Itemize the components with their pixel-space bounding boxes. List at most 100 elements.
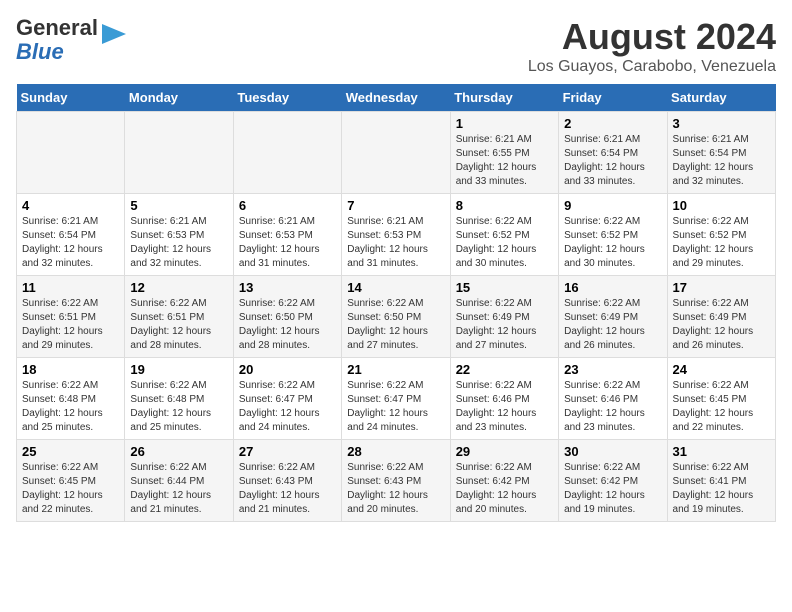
calendar-cell-w5d1: 25Sunrise: 6:22 AM Sunset: 6:45 PM Dayli… xyxy=(17,440,125,522)
day-info: Sunrise: 6:22 AM Sunset: 6:45 PM Dayligh… xyxy=(22,461,119,517)
calendar-cell-w2d6: 9 Sunrise: 6:22 AM Sunset: 6:52 PM Daylig… xyxy=(559,194,667,276)
day-number: 11 xyxy=(22,280,119,295)
day-info: Sunrise: 6:21 AM Sunset: 6:53 PM Dayligh… xyxy=(239,215,336,271)
header-tuesday: Tuesday xyxy=(233,84,341,112)
day-info: Sunrise: 6:21 AM Sunset: 6:54 PM Dayligh… xyxy=(564,133,661,189)
page-title: August 2024 xyxy=(528,16,776,58)
calendar-cell-w2d1: 4 Sunrise: 6:21 AM Sunset: 6:54 PM Daylig… xyxy=(17,194,125,276)
calendar-cell-w5d2: 26 Sunrise: 6:22 AM Sunset: 6:44 PM Dayli… xyxy=(125,440,233,522)
day-number: 6 xyxy=(239,198,336,213)
day-number: 13 xyxy=(239,280,336,295)
header-friday: Friday xyxy=(559,84,667,112)
day-info: Sunrise: 6:22 AM Sunset: 6:48 PM Dayligh… xyxy=(130,379,227,435)
calendar-cell-w3d6: 16 Sunrise: 6:22 AM Sunset: 6:49 PM Dayli… xyxy=(559,276,667,358)
day-info: Sunrise: 6:22 AM Sunset: 6:42 PM Dayligh… xyxy=(564,461,661,517)
day-number: 9 xyxy=(564,198,661,213)
day-number: 26 xyxy=(130,444,227,459)
calendar-cell-w3d4: 14 Sunrise: 6:22 AM Sunset: 6:50 PM Dayli… xyxy=(342,276,450,358)
header-saturday: Saturday xyxy=(667,84,775,112)
calendar-cell-w4d5: 22 Sunrise: 6:22 AM Sunset: 6:46 PM Dayli… xyxy=(450,358,558,440)
calendar-cell-w4d3: 20Sunrise: 6:22 AM Sunset: 6:47 PM Dayli… xyxy=(233,358,341,440)
logo-general: General xyxy=(16,15,98,40)
calendar-cell-w4d7: 24 Sunrise: 6:22 AM Sunset: 6:45 PM Dayli… xyxy=(667,358,775,440)
calendar-cell-w3d2: 12 Sunrise: 6:22 AM Sunset: 6:51 PM Dayli… xyxy=(125,276,233,358)
day-info: Sunrise: 6:22 AM Sunset: 6:52 PM Dayligh… xyxy=(673,215,770,271)
calendar-week-1: 1 Sunrise: 6:21 AM Sunset: 6:55 PM Daylig… xyxy=(17,112,776,194)
calendar-cell-w2d4: 7Sunrise: 6:21 AM Sunset: 6:53 PM Daylig… xyxy=(342,194,450,276)
day-number: 3 xyxy=(673,116,770,131)
calendar-week-2: 4 Sunrise: 6:21 AM Sunset: 6:54 PM Daylig… xyxy=(17,194,776,276)
day-number: 4 xyxy=(22,198,119,213)
calendar-cell-w1d7: 3 Sunrise: 6:21 AM Sunset: 6:54 PM Daylig… xyxy=(667,112,775,194)
calendar-cell-w3d1: 11Sunrise: 6:22 AM Sunset: 6:51 PM Dayli… xyxy=(17,276,125,358)
day-number: 16 xyxy=(564,280,661,295)
day-info: Sunrise: 6:22 AM Sunset: 6:50 PM Dayligh… xyxy=(239,297,336,353)
day-number: 8 xyxy=(456,198,553,213)
day-number: 17 xyxy=(673,280,770,295)
day-info: Sunrise: 6:22 AM Sunset: 6:45 PM Dayligh… xyxy=(673,379,770,435)
day-number: 30 xyxy=(564,444,661,459)
calendar-cell-w5d5: 29Sunrise: 6:22 AM Sunset: 6:42 PM Dayli… xyxy=(450,440,558,522)
day-number: 27 xyxy=(239,444,336,459)
day-number: 23 xyxy=(564,362,661,377)
calendar-cell-w5d7: 31Sunrise: 6:22 AM Sunset: 6:41 PM Dayli… xyxy=(667,440,775,522)
day-number: 2 xyxy=(564,116,661,131)
calendar-cell-w4d1: 18Sunrise: 6:22 AM Sunset: 6:48 PM Dayli… xyxy=(17,358,125,440)
day-info: Sunrise: 6:22 AM Sunset: 6:49 PM Dayligh… xyxy=(456,297,553,353)
day-number: 21 xyxy=(347,362,444,377)
calendar-cell-w2d2: 5 Sunrise: 6:21 AM Sunset: 6:53 PM Daylig… xyxy=(125,194,233,276)
day-info: Sunrise: 6:22 AM Sunset: 6:52 PM Dayligh… xyxy=(456,215,553,271)
calendar-cell-w1d2 xyxy=(125,112,233,194)
calendar-table: SundayMondayTuesdayWednesdayThursdayFrid… xyxy=(16,84,776,522)
day-number: 22 xyxy=(456,362,553,377)
day-info: Sunrise: 6:22 AM Sunset: 6:46 PM Dayligh… xyxy=(456,379,553,435)
day-info: Sunrise: 6:22 AM Sunset: 6:48 PM Dayligh… xyxy=(22,379,119,435)
header-thursday: Thursday xyxy=(450,84,558,112)
header-monday: Monday xyxy=(125,84,233,112)
day-number: 15 xyxy=(456,280,553,295)
calendar-cell-w3d5: 15 Sunrise: 6:22 AM Sunset: 6:49 PM Dayli… xyxy=(450,276,558,358)
day-number: 1 xyxy=(456,116,553,131)
day-info: Sunrise: 6:22 AM Sunset: 6:43 PM Dayligh… xyxy=(347,461,444,517)
calendar-cell-w4d4: 21Sunrise: 6:22 AM Sunset: 6:47 PM Dayli… xyxy=(342,358,450,440)
day-info: Sunrise: 6:22 AM Sunset: 6:44 PM Dayligh… xyxy=(130,461,227,517)
day-info: Sunrise: 6:22 AM Sunset: 6:49 PM Dayligh… xyxy=(673,297,770,353)
header-wednesday: Wednesday xyxy=(342,84,450,112)
calendar-cell-w3d3: 13 Sunrise: 6:22 AM Sunset: 6:50 PM Dayli… xyxy=(233,276,341,358)
day-number: 24 xyxy=(673,362,770,377)
header-sunday: Sunday xyxy=(17,84,125,112)
day-info: Sunrise: 6:22 AM Sunset: 6:49 PM Dayligh… xyxy=(564,297,661,353)
day-info: Sunrise: 6:22 AM Sunset: 6:43 PM Dayligh… xyxy=(239,461,336,517)
calendar-cell-w4d6: 23Sunrise: 6:22 AM Sunset: 6:46 PM Dayli… xyxy=(559,358,667,440)
day-info: Sunrise: 6:21 AM Sunset: 6:53 PM Dayligh… xyxy=(130,215,227,271)
calendar-cell-w5d3: 27 Sunrise: 6:22 AM Sunset: 6:43 PM Dayli… xyxy=(233,440,341,522)
day-number: 12 xyxy=(130,280,227,295)
day-number: 20 xyxy=(239,362,336,377)
calendar-cell-w3d7: 17 Sunrise: 6:22 AM Sunset: 6:49 PM Dayli… xyxy=(667,276,775,358)
day-info: Sunrise: 6:21 AM Sunset: 6:55 PM Dayligh… xyxy=(456,133,553,189)
header: General Blue August 2024 Los Guayos, Car… xyxy=(16,16,776,76)
day-number: 10 xyxy=(673,198,770,213)
day-number: 7 xyxy=(347,198,444,213)
calendar-week-4: 18Sunrise: 6:22 AM Sunset: 6:48 PM Dayli… xyxy=(17,358,776,440)
day-info: Sunrise: 6:21 AM Sunset: 6:54 PM Dayligh… xyxy=(673,133,770,189)
day-info: Sunrise: 6:22 AM Sunset: 6:51 PM Dayligh… xyxy=(130,297,227,353)
calendar-cell-w4d2: 19 Sunrise: 6:22 AM Sunset: 6:48 PM Dayli… xyxy=(125,358,233,440)
logo-content: General Blue xyxy=(16,16,128,64)
calendar-week-3: 11 Sunrise: 6:22 AM Sunset: 6:51 PM Dayli… xyxy=(17,276,776,358)
logo-arrow-icon xyxy=(100,20,128,53)
calendar-cell-w5d4: 28Sunrise: 6:22 AM Sunset: 6:43 PM Dayli… xyxy=(342,440,450,522)
day-number: 14 xyxy=(347,280,444,295)
calendar-cell-w2d7: 10 Sunrise: 6:22 AM Sunset: 6:52 PM Dayli… xyxy=(667,194,775,276)
day-number: 19 xyxy=(130,362,227,377)
day-info: Sunrise: 6:21 AM Sunset: 6:54 PM Dayligh… xyxy=(22,215,119,271)
day-number: 31 xyxy=(673,444,770,459)
calendar-cell-w1d3 xyxy=(233,112,341,194)
day-info: Sunrise: 6:22 AM Sunset: 6:52 PM Dayligh… xyxy=(564,215,661,271)
calendar-header-row: SundayMondayTuesdayWednesdayThursdayFrid… xyxy=(17,84,776,112)
day-info: Sunrise: 6:22 AM Sunset: 6:50 PM Dayligh… xyxy=(347,297,444,353)
day-number: 5 xyxy=(130,198,227,213)
calendar-cell-w2d3: 6 Sunrise: 6:21 AM Sunset: 6:53 PM Daylig… xyxy=(233,194,341,276)
calendar-cell-w1d6: 2 Sunrise: 6:21 AM Sunset: 6:54 PM Daylig… xyxy=(559,112,667,194)
calendar-cell-w1d5: 1 Sunrise: 6:21 AM Sunset: 6:55 PM Daylig… xyxy=(450,112,558,194)
